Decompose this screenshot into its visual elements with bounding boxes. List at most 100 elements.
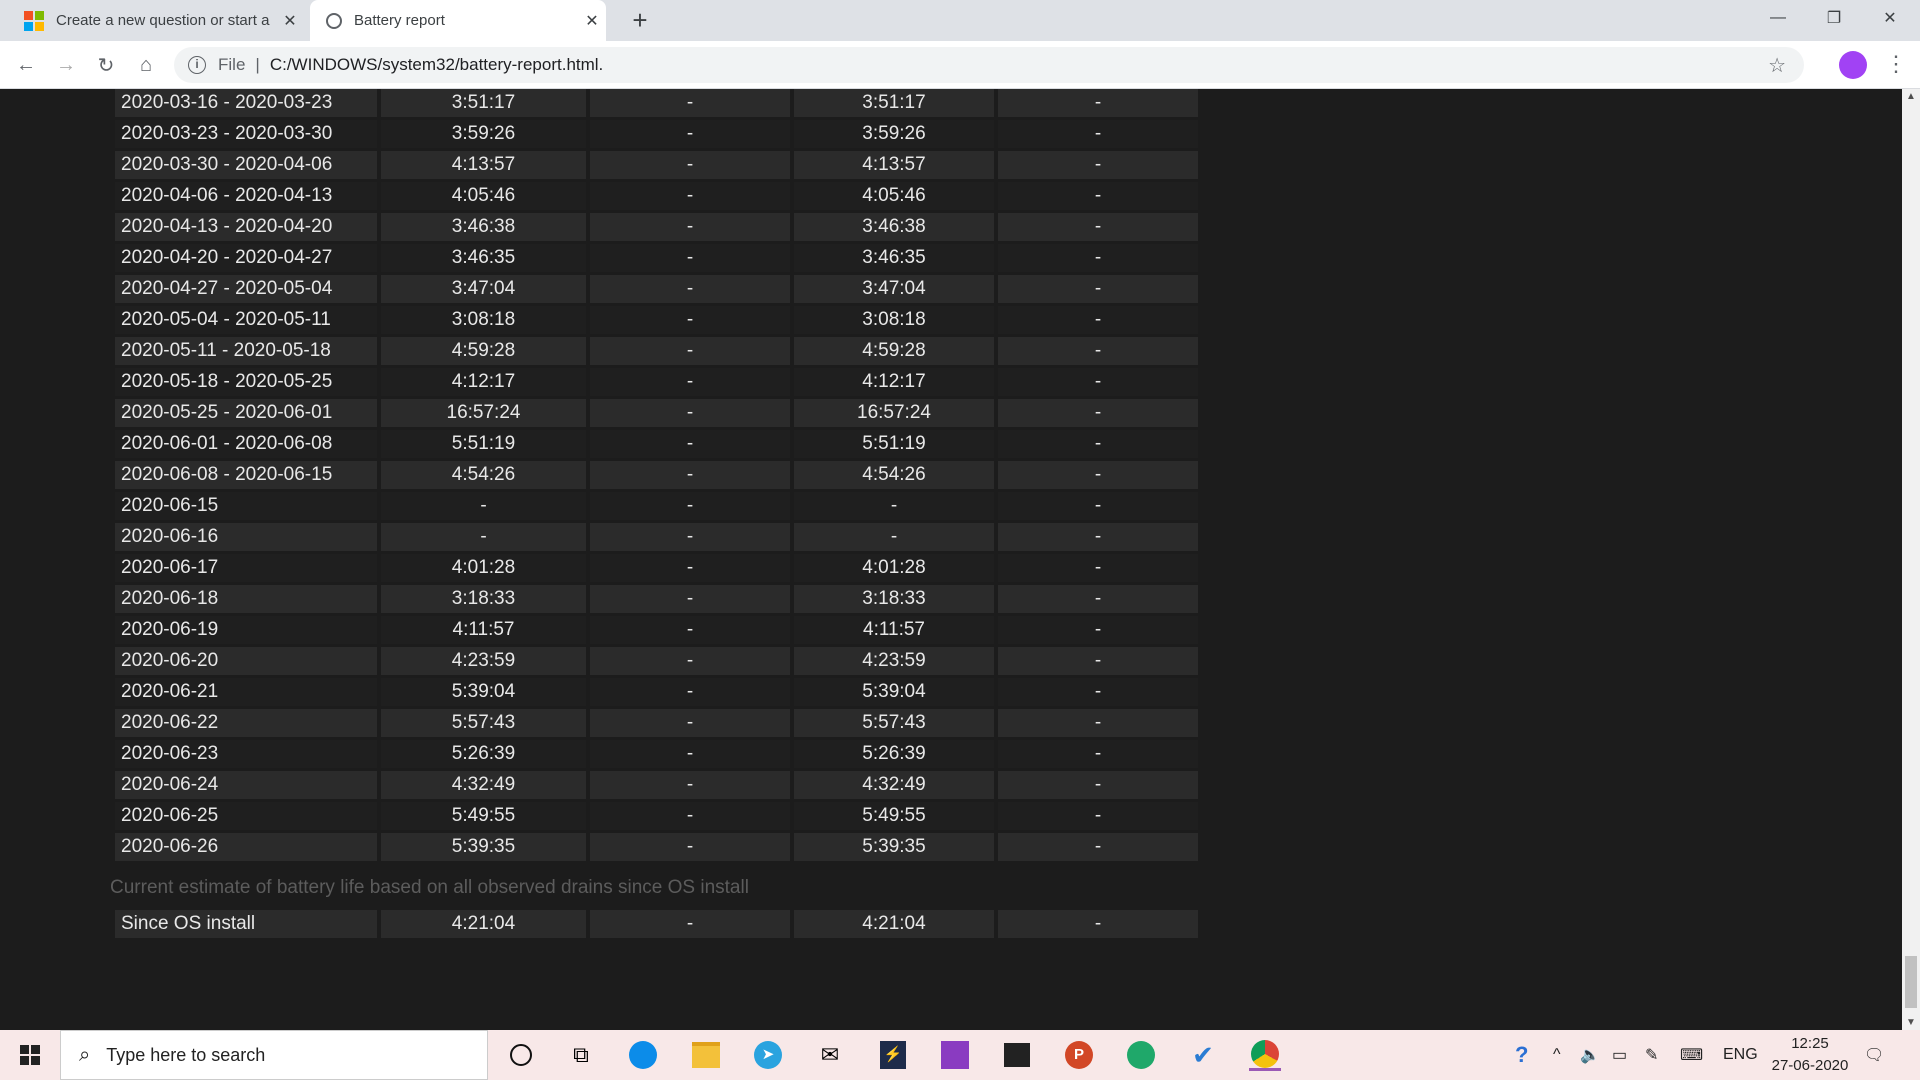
store-icon[interactable] [1001, 1039, 1033, 1071]
home-button[interactable]: ⌂ [130, 49, 162, 81]
table-row: 2020-03-30 - 2020-04-06 4:13:57-4:13:57- [115, 151, 1198, 179]
full-charge-active-cell: 5:51:19 [381, 430, 586, 458]
scroll-down-arrow-icon[interactable]: ▼ [1902, 1017, 1920, 1028]
design-capacity-active-cell: 5:51:19 [794, 430, 994, 458]
battery-icon[interactable]: ▭ [1612, 1030, 1627, 1080]
notifications-icon[interactable]: 🗨 [1864, 1030, 1884, 1080]
full-charge-active-cell: 3:59:26 [381, 120, 586, 148]
full-charge-standby-cell: - [590, 554, 790, 582]
volume-icon[interactable]: 🔈 [1580, 1030, 1600, 1080]
full-charge-standby-cell: - [590, 120, 790, 148]
edge-beta-icon[interactable] [1125, 1039, 1157, 1071]
powerpoint-icon[interactable]: P [1063, 1039, 1095, 1071]
full-charge-standby-cell: - [590, 678, 790, 706]
design-capacity-active-cell: 5:39:35 [794, 833, 994, 861]
close-tab-icon[interactable]: ✕ [276, 11, 304, 31]
full-charge-standby-cell: - [590, 89, 790, 117]
search-icon: ⌕ [79, 1043, 91, 1066]
pen-icon[interactable]: ✎ [1645, 1030, 1658, 1080]
design-capacity-active-cell: 4:59:28 [794, 337, 994, 365]
full-charge-active-cell: 5:39:35 [381, 833, 586, 861]
design-capacity-active-cell: 4:54:26 [794, 461, 994, 489]
table-row: 2020-04-20 - 2020-04-27 3:46:35-3:46:35- [115, 244, 1198, 272]
globe-icon [326, 12, 342, 29]
address-bar[interactable]: i File | C:/WINDOWS/system32/battery-rep… [174, 47, 1804, 83]
full-charge-standby-cell: - [590, 910, 790, 938]
maximize-button[interactable]: ❐ [1806, 0, 1862, 36]
chrome-icon[interactable] [1249, 1039, 1281, 1071]
design-capacity-standby-cell: - [998, 89, 1198, 117]
forward-button[interactable]: → [50, 49, 82, 81]
table-row: 2020-06-26 5:39:35-5:39:35- [115, 833, 1198, 861]
keyboard-icon[interactable]: ⌨ [1680, 1030, 1703, 1080]
design-capacity-active-cell: 3:18:33 [794, 585, 994, 613]
full-charge-active-cell: 4:54:26 [381, 461, 586, 489]
back-button[interactable]: ← [10, 49, 42, 81]
taskbar-search[interactable]: ⌕ Type here to search [60, 1030, 488, 1080]
full-charge-active-cell: 4:13:57 [381, 151, 586, 179]
table-row: 2020-04-06 - 2020-04-13 4:05:46-4:05:46- [115, 182, 1198, 210]
task-view-icon[interactable]: ⧉ [565, 1039, 597, 1071]
design-capacity-standby-cell: - [998, 802, 1198, 830]
profile-avatar[interactable] [1839, 51, 1867, 79]
full-charge-active-cell: 3:08:18 [381, 306, 586, 334]
table-row: 2020-05-25 - 2020-06-01 16:57:24-16:57:24… [115, 399, 1198, 427]
design-capacity-standby-cell: - [998, 647, 1198, 675]
scroll-thumb[interactable] [1905, 956, 1917, 1008]
table-row: 2020-06-25 5:49:55-5:49:55- [115, 802, 1198, 830]
tab-strip: Create a new question or start a ✕ Batte… [0, 0, 1920, 41]
design-capacity-active-cell: 5:57:43 [794, 709, 994, 737]
design-capacity-standby-cell: - [998, 275, 1198, 303]
help-icon[interactable]: ? [1515, 1030, 1528, 1080]
design-capacity-active-cell: - [794, 523, 994, 551]
table-row: 2020-06-15- - - - [115, 492, 1198, 520]
mail-icon[interactable]: ✉ [814, 1039, 846, 1071]
minimize-button[interactable]: — [1750, 0, 1806, 36]
period-cell: 2020-06-24 [115, 771, 377, 799]
full-charge-standby-cell: - [590, 399, 790, 427]
taskbar: ⌕ Type here to search ⧉ ➤ ✉ ⚡ P ✔ ? ^ 🔈 … [0, 1030, 1920, 1080]
full-charge-active-cell: - [381, 523, 586, 551]
clock-time: 12:25 [1791, 1035, 1829, 1052]
bookmark-star-icon[interactable]: ☆ [1768, 53, 1786, 78]
table-row: 2020-06-08 - 2020-06-15 4:54:26-4:54:26- [115, 461, 1198, 489]
new-tab-button[interactable]: + [625, 6, 655, 34]
powershell-icon[interactable]: ⚡ [877, 1039, 909, 1071]
period-cell: 2020-06-20 [115, 647, 377, 675]
tab-question[interactable]: Create a new question or start a ✕ [8, 0, 304, 41]
close-tab-icon[interactable]: ✕ [578, 11, 606, 31]
tab-battery-report[interactable]: Battery report ✕ [310, 0, 606, 41]
scroll-up-arrow-icon[interactable]: ▲ [1902, 91, 1920, 102]
windows-logo-icon [20, 1045, 40, 1065]
language-indicator[interactable]: ENG [1723, 1030, 1758, 1080]
full-charge-active-cell: 3:46:35 [381, 244, 586, 272]
design-capacity-standby-cell: - [998, 523, 1198, 551]
info-icon[interactable]: i [188, 56, 206, 74]
edge-icon[interactable] [627, 1039, 659, 1071]
design-capacity-active-cell: 4:11:57 [794, 616, 994, 644]
reload-button[interactable]: ↻ [90, 49, 122, 81]
file-explorer-icon[interactable] [690, 1039, 722, 1071]
onenote-icon[interactable] [939, 1039, 971, 1071]
clock-date: 27-06-2020 [1771, 1057, 1849, 1074]
design-capacity-standby-cell: - [998, 585, 1198, 613]
period-cell: 2020-06-21 [115, 678, 377, 706]
start-button[interactable] [0, 1030, 60, 1080]
full-charge-standby-cell: - [590, 306, 790, 334]
vertical-scrollbar[interactable]: ▲ ▼ [1902, 89, 1920, 1030]
menu-icon[interactable]: ⋮ [1885, 52, 1907, 78]
full-charge-active-cell: 5:26:39 [381, 740, 586, 768]
clock[interactable]: 12:25 27-06-2020 [1760, 1033, 1860, 1077]
url-separator: | [255, 55, 260, 74]
period-cell: 2020-06-17 [115, 554, 377, 582]
period-cell: 2020-06-22 [115, 709, 377, 737]
design-capacity-standby-cell: - [998, 368, 1198, 396]
full-charge-active-cell: 4:12:17 [381, 368, 586, 396]
cortana-icon[interactable] [505, 1039, 537, 1071]
close-window-button[interactable]: ✕ [1862, 0, 1918, 36]
telegram-icon[interactable]: ➤ [752, 1039, 784, 1071]
todo-icon[interactable]: ✔ [1187, 1039, 1219, 1071]
table-row: 2020-06-20 4:23:59-4:23:59- [115, 647, 1198, 675]
full-charge-active-cell: - [381, 492, 586, 520]
show-hidden-icons-icon[interactable]: ^ [1553, 1030, 1561, 1080]
